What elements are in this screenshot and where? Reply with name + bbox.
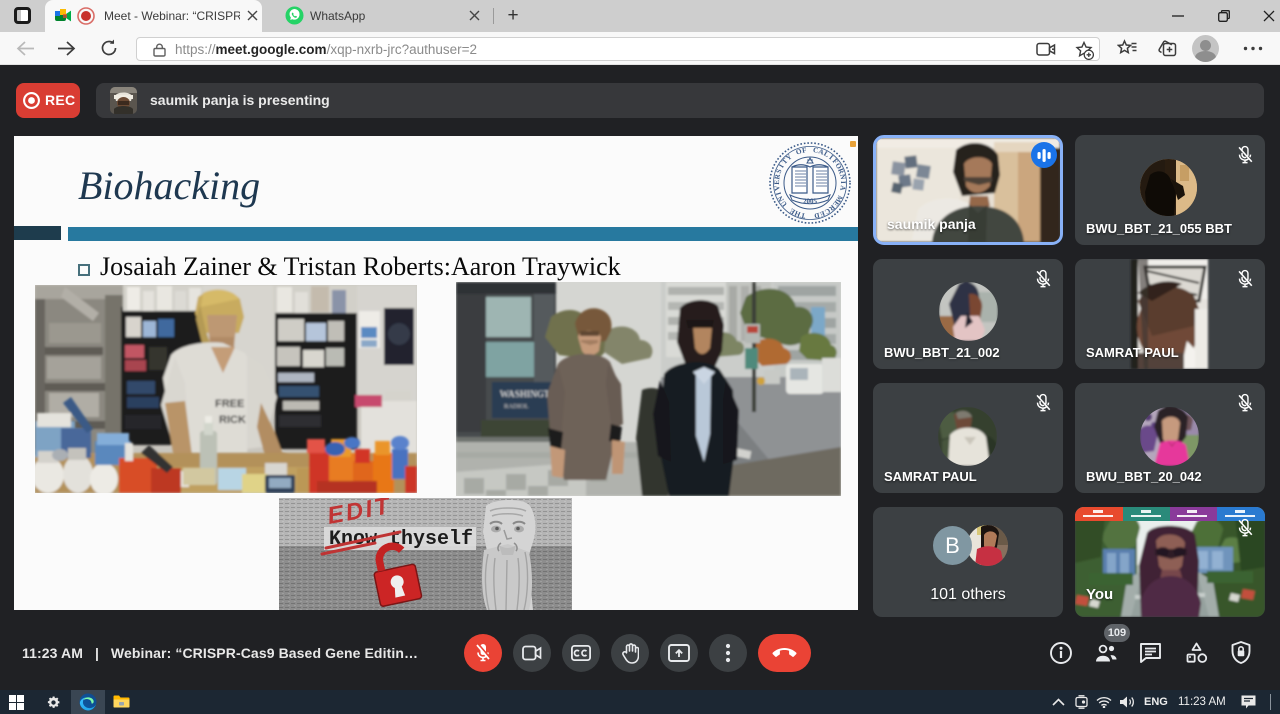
svg-text:A: A — [838, 185, 847, 192]
svg-text:RICK: RICK — [219, 414, 246, 426]
svg-text:F: F — [801, 146, 807, 155]
svg-text:N: N — [838, 173, 847, 180]
svg-text:2005: 2005 — [803, 198, 818, 206]
svg-text:FREE: FREE — [215, 398, 244, 410]
svg-text:WASHINGT: WASHINGT — [500, 390, 550, 400]
svg-text:RADIOL: RADIOL — [504, 403, 529, 410]
svg-text:I: I — [839, 181, 847, 184]
svg-text:D: D — [813, 211, 820, 220]
